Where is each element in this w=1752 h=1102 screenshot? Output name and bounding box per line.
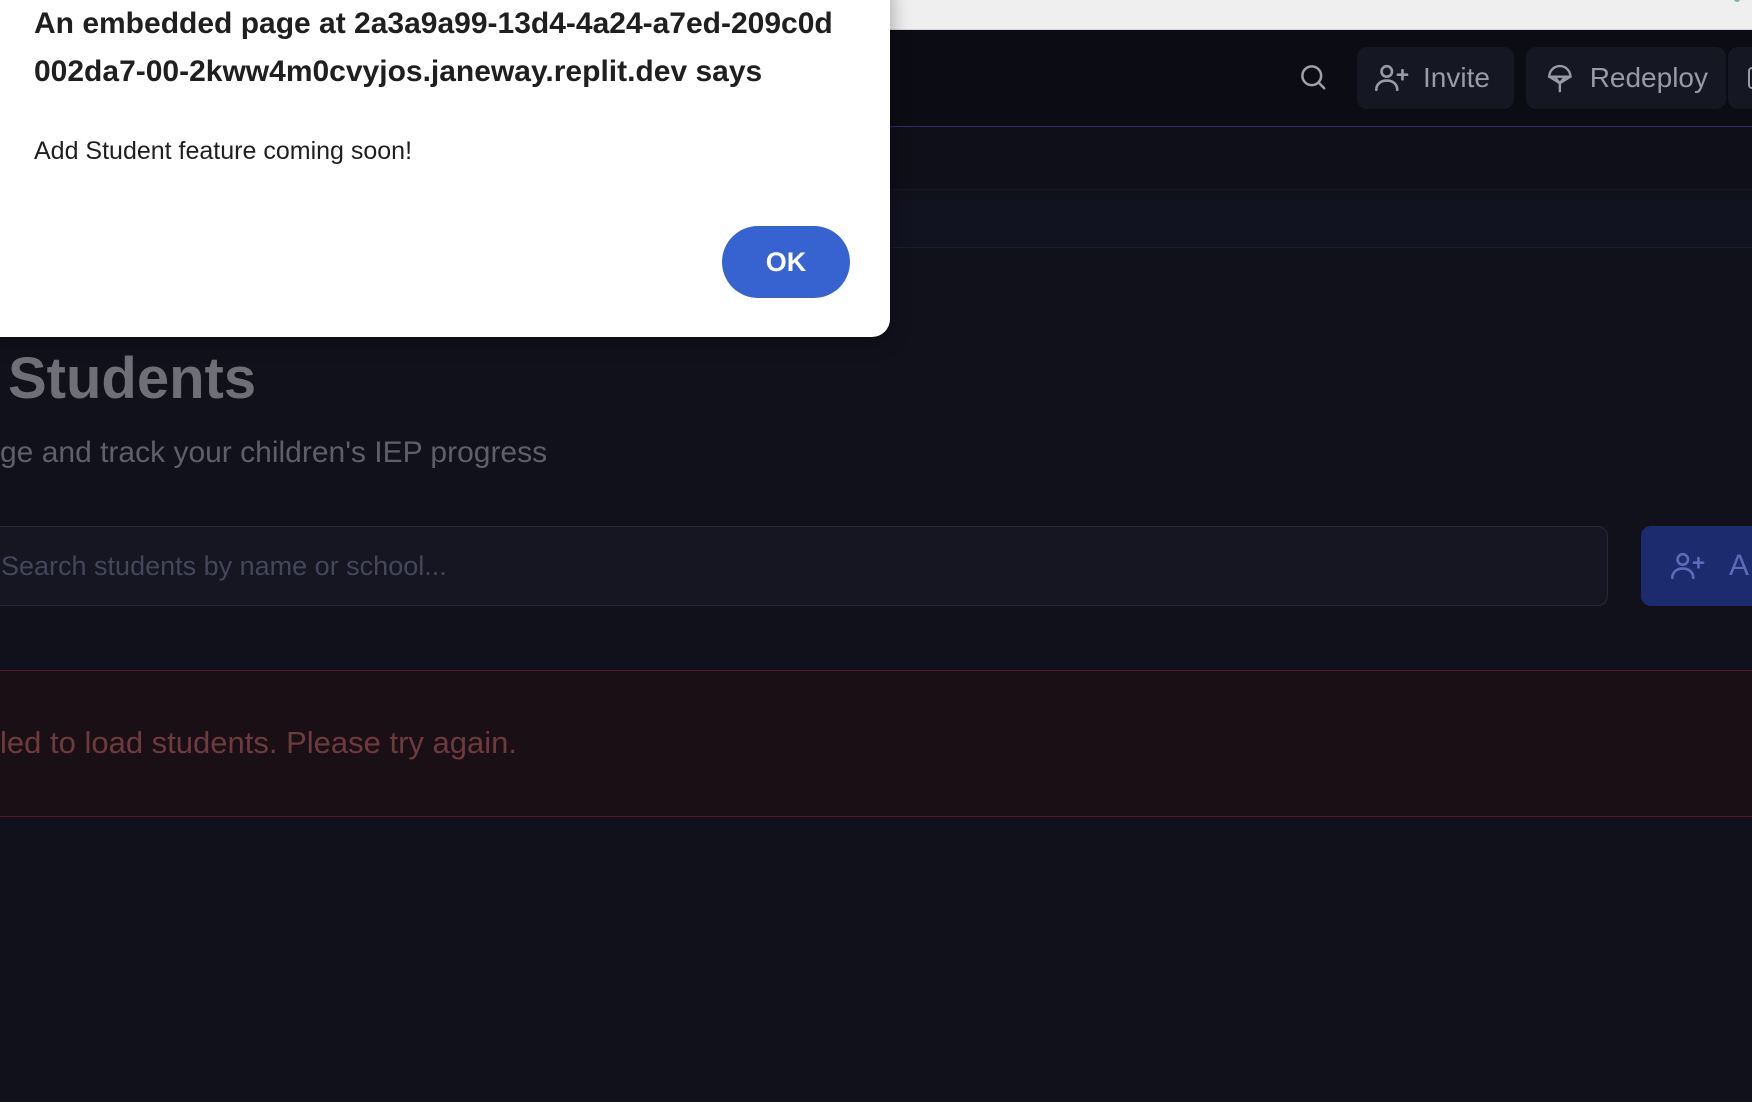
error-message: led to load students. Please try again. bbox=[0, 725, 517, 760]
more-button[interactable] bbox=[1728, 47, 1752, 109]
redeploy-button[interactable]: Redeploy bbox=[1526, 47, 1726, 109]
user-plus-icon bbox=[1671, 552, 1705, 580]
redeploy-label: Redeploy bbox=[1589, 62, 1708, 93]
search-button[interactable] bbox=[1290, 48, 1336, 106]
add-student-button[interactable]: A bbox=[1641, 526, 1752, 606]
user-plus-icon bbox=[1375, 64, 1409, 92]
search-icon bbox=[1301, 65, 1326, 90]
invite-label: Invite bbox=[1423, 62, 1490, 93]
alert-dialog: An embedded page at 2a3a9a99-13d4-4a24-a… bbox=[0, 0, 890, 337]
deploy-icon bbox=[1548, 64, 1572, 93]
browser-indicator-icon bbox=[1734, 0, 1740, 2]
dialog-title: An embedded page at 2a3a9a99-13d4-4a24-a… bbox=[34, 7, 833, 88]
page-title: Students bbox=[8, 346, 257, 411]
dialog-message: Add Student feature coming soon! bbox=[34, 137, 413, 165]
ok-button[interactable]: OK bbox=[722, 226, 850, 298]
add-student-label: A bbox=[1729, 549, 1750, 582]
panel-icon bbox=[1748, 67, 1752, 89]
search-input[interactable]: Search students by name or school... bbox=[0, 526, 1608, 606]
page-subtitle: ge and track your children's IEP progres… bbox=[0, 436, 548, 469]
invite-button[interactable]: Invite bbox=[1357, 47, 1514, 109]
